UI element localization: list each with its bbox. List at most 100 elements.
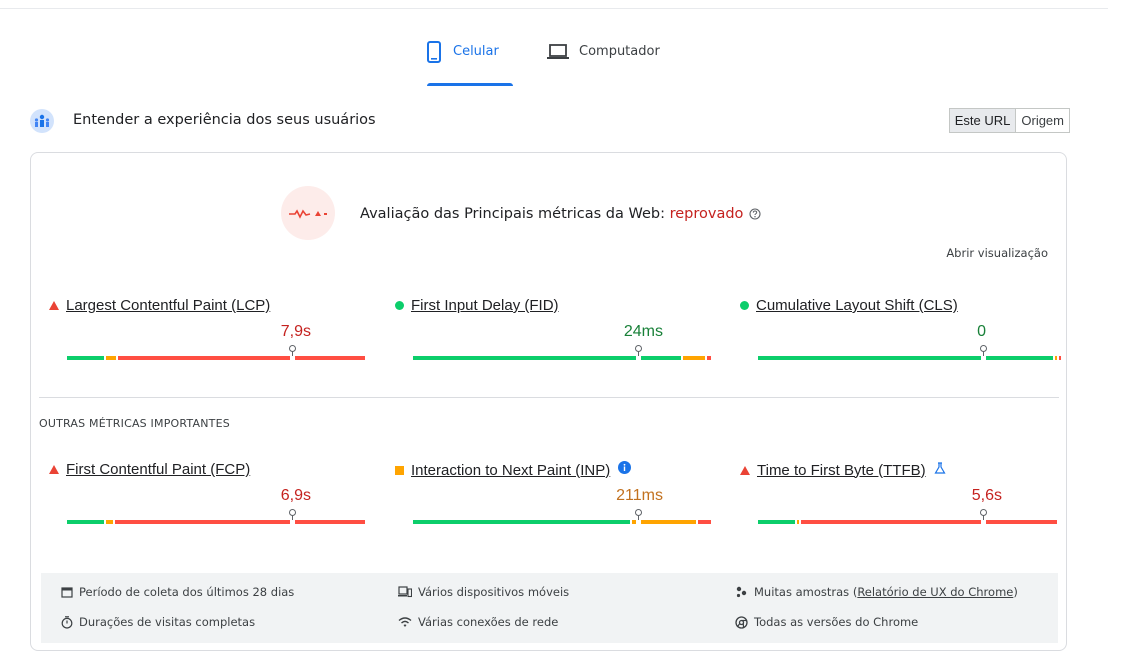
samples-item: Muitas amostras (Relatório de UX do Chro… [735,585,1018,599]
section-title: Entender a experiência dos seus usuários [73,112,376,128]
distribution-bar [758,509,1058,525]
assessment-heading: Avaliação das Principais métricas da Web… [360,206,761,224]
other-metrics-title: OUTRAS MÉTRICAS IMPORTANTES [39,417,230,430]
good-segment [758,356,1053,360]
metric-inp: Interaction to Next Paint (INP) 211ms [395,461,711,531]
connections-text: Várias conexões de rede [418,615,559,629]
good-segment [413,520,630,524]
distribution-bar [413,509,713,525]
field-data-card: Avaliação das Principais métricas da Web… [30,152,1067,651]
poor-indicator-icon [49,465,59,474]
connections-item: Várias conexões de rede [398,615,558,629]
samples-suffix: ) [1013,585,1018,599]
calendar-icon [61,587,73,598]
collection-period-text: Período de coleta dos últimos 28 dias [79,585,295,599]
assessment-failed-icon [281,186,335,240]
poor-segment [801,520,1057,524]
devices-icon [398,586,412,598]
collection-period-item: Período de coleta dos últimos 28 dias [61,585,294,599]
this-url-button[interactable]: Este URL [949,109,1017,132]
good-indicator-icon [740,301,749,310]
metric-ttfb: Time to First Byte (TTFB) 5,6s [740,461,1057,531]
flask-icon[interactable] [934,461,946,479]
metric-value: 24ms [623,323,663,340]
chrome-versions-item: Todas as versões do Chrome [735,615,918,629]
tab-label: Computador [579,44,660,59]
p75-marker [289,509,296,525]
poor-segment [698,520,711,524]
chrome-versions-text: Todas as versões do Chrome [754,615,919,629]
expand-view-link[interactable]: Abrir visualização [946,246,1048,260]
assessment-label: Avaliação das Principais métricas da Web… [360,206,670,222]
metric-name[interactable]: Cumulative Layout Shift (CLS) [756,297,958,314]
assessment-status: reprovado [669,206,744,222]
poor-indicator-icon [49,301,59,310]
origin-button[interactable]: Origem [1016,109,1069,132]
active-tab-indicator [427,83,513,86]
metric-name[interactable]: Interaction to Next Paint (INP) [411,462,610,479]
metric-value: 7,9s [280,323,311,340]
chrome-icon [735,615,748,629]
metric-name[interactable]: Largest Contentful Paint (LCP) [66,297,270,314]
devices-item: Vários dispositivos móveis [398,585,569,599]
tab-desktop[interactable]: Computador [547,30,677,86]
poor-segment [118,356,365,360]
devices-text: Vários dispositivos móveis [418,585,570,599]
metric-name[interactable]: First Contentful Paint (FCP) [66,461,250,478]
p75-marker [980,345,987,361]
data-info-footer: Período de coleta dos últimos 28 dias Du… [41,573,1058,643]
metric-lcp: Largest Contentful Paint (LCP) 7,9s [49,297,365,367]
laptop-icon [547,41,569,66]
help-icon[interactable] [749,208,761,224]
top-divider [0,8,1108,9]
metric-name[interactable]: First Input Delay (FID) [411,297,559,314]
users-icon [30,109,54,133]
samples-icon [736,586,747,598]
needs-improvement-segment [683,356,705,360]
good-indicator-icon [395,301,404,310]
url-origin-toggle: Este URL Origem [948,108,1070,133]
p75-marker [635,509,642,525]
good-segment [67,356,104,360]
good-segment [67,520,104,524]
metric-fcp: First Contentful Paint (FCP) 6,9s [49,461,365,531]
metric-fid: First Input Delay (FID) 24ms [395,297,711,367]
needs-improvement-indicator-icon [395,465,404,475]
metric-cls: Cumulative Layout Shift (CLS) 0 [740,297,1061,367]
visit-durations-item: Durações de visitas completas [61,615,255,629]
p75-marker [635,345,642,361]
poor-indicator-icon [740,465,750,475]
distribution-bar [67,345,367,361]
smartphone-icon [427,41,441,68]
samples-text: Muitas amostras ( [754,585,858,599]
needs-improvement-segment [106,520,113,524]
tab-mobile[interactable]: Celular [427,30,513,86]
needs-improvement-segment [1055,356,1057,360]
distribution-bar [758,345,1061,361]
metric-name[interactable]: Time to First Byte (TTFB) [757,462,926,479]
section-divider [39,397,1059,398]
metric-value: 5,6s [971,487,1002,504]
info-icon[interactable] [618,461,632,479]
wifi-icon [398,617,412,627]
good-segment [758,520,795,524]
timer-icon [61,615,73,629]
p75-marker [289,345,296,361]
section-header: Entender a experiência dos seus usuários… [30,108,1070,136]
poor-segment [707,356,711,360]
visit-durations-text: Durações de visitas completas [79,615,256,629]
needs-improvement-segment [106,356,116,360]
metric-value: 6,9s [280,487,311,504]
chrome-ux-report-link[interactable]: Relatório de UX do Chrome [857,585,1013,599]
needs-improvement-segment [797,520,799,524]
metric-value: 0 [977,323,986,340]
device-tabs: Celular Computador [0,30,1100,86]
poor-segment [115,520,365,524]
poor-segment [1059,356,1061,360]
metric-value: 211ms [616,487,663,504]
tab-label: Celular [453,44,499,59]
needs-improvement-segment [632,520,696,524]
p75-marker [980,509,987,525]
distribution-bar [413,345,713,361]
distribution-bar [67,509,367,525]
